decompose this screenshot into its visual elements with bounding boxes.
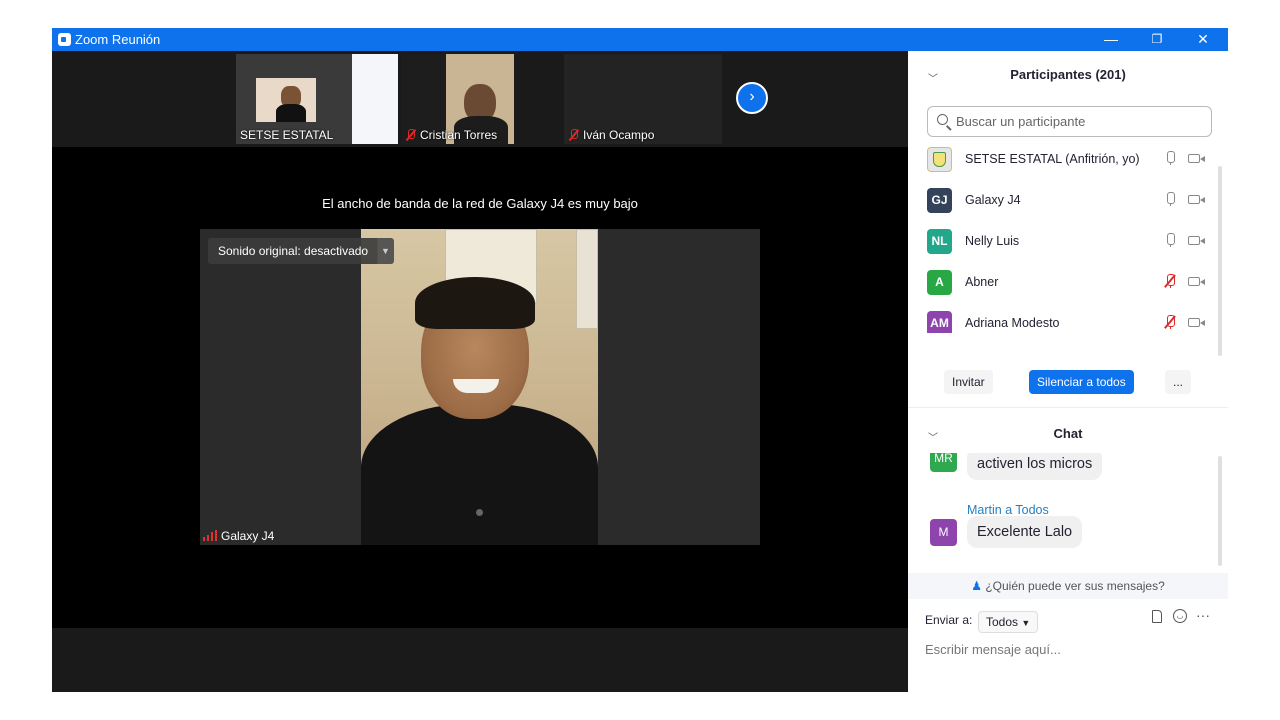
- participant-name: Abner: [965, 275, 999, 289]
- thumbnail-setse[interactable]: SETSE ESTATAL: [236, 54, 398, 144]
- host-logo-avatar: [927, 147, 952, 172]
- thumbnail-ivan[interactable]: Iván Ocampo: [564, 54, 722, 144]
- participant-name: Adriana Modesto: [965, 316, 1060, 330]
- video-camera-icon[interactable]: [1188, 277, 1205, 286]
- chat-message: activen los micros: [967, 453, 1103, 480]
- zoom-logo-icon: [58, 33, 71, 46]
- speaker-video-frame: [361, 229, 598, 545]
- speaker-name-label: Galaxy J4: [203, 529, 274, 543]
- chat-header: Chat: [1053, 426, 1083, 441]
- person-info-icon: ♟: [971, 579, 982, 593]
- avatar: M: [930, 519, 957, 546]
- video-camera-icon[interactable]: [1188, 236, 1205, 245]
- send-to-label: Enviar a:: [925, 613, 973, 627]
- avatar: MR: [930, 453, 957, 472]
- chat-messages: MR activen los micros M Excelente Lalo: [908, 453, 1218, 571]
- search-icon: [937, 114, 948, 125]
- more-options-button[interactable]: ...: [1165, 370, 1192, 394]
- thumbnail-name: Iván Ocampo: [568, 128, 654, 142]
- window-title: Zoom Reunión: [75, 32, 161, 47]
- mic-muted-icon: [405, 129, 416, 141]
- participant-row[interactable]: SETSE ESTATAL (Anfitrión, yo): [908, 139, 1218, 179]
- send-to-dropdown[interactable]: Todos ▼: [978, 611, 1039, 633]
- chat-message-input[interactable]: Escribir mensaje aquí...: [925, 642, 1061, 657]
- minimize-button[interactable]: —: [1088, 28, 1134, 51]
- original-sound-button[interactable]: Sonido original: desactivado: [208, 238, 379, 264]
- bandwidth-warning: El ancho de banda de la red de Galaxy J4…: [322, 196, 638, 211]
- avatar: NL: [927, 229, 952, 254]
- chat-scrollbar[interactable]: [1218, 456, 1222, 566]
- microphone-icon[interactable]: [1166, 192, 1175, 206]
- next-page-arrow-icon[interactable]: ›: [736, 82, 768, 114]
- thumbnail-name: SETSE ESTATAL: [240, 128, 334, 142]
- participant-row[interactable]: GJ Galaxy J4: [908, 180, 1218, 220]
- participants-scrollbar[interactable]: [1218, 166, 1222, 356]
- microphone-icon[interactable]: [1166, 233, 1175, 247]
- participants-header: Participantes (201): [1010, 67, 1126, 82]
- participant-name: Galaxy J4: [965, 193, 1021, 207]
- thumbnail-strip: SETSE ESTATAL Cristian Torres Iván Ocamp…: [52, 51, 908, 147]
- thumbnail-cristian[interactable]: Cristian Torres: [401, 54, 514, 144]
- video-camera-icon[interactable]: [1188, 154, 1205, 163]
- title-bar: Zoom Reunión — ❐ ✕: [52, 28, 1228, 51]
- side-panel: ﹀ Participantes (201) Buscar un particip…: [908, 51, 1228, 692]
- microphone-icon[interactable]: [1166, 151, 1175, 165]
- file-icon[interactable]: [1152, 610, 1162, 623]
- zoom-window: Zoom Reunión — ❐ ✕ SETSE ESTATAL Cristia…: [52, 28, 1228, 692]
- chevron-down-icon[interactable]: ▼: [377, 238, 394, 264]
- speaker-body: [361, 404, 598, 545]
- mute-all-button[interactable]: Silenciar a todos: [1029, 370, 1134, 394]
- microphone-muted-icon[interactable]: [1164, 274, 1176, 288]
- restore-button[interactable]: ❐: [1134, 28, 1180, 51]
- avatar: GJ: [927, 188, 952, 213]
- wall-calendar: [576, 229, 598, 329]
- participant-name: Nelly Luis: [965, 234, 1020, 248]
- mic-muted-icon: [568, 129, 579, 141]
- chat-privacy-note[interactable]: ♟ ¿Quién puede ver sus mensajes?: [908, 573, 1228, 599]
- signal-strength-icon: [203, 530, 217, 541]
- participant-search-input[interactable]: Buscar un participante: [927, 106, 1212, 137]
- close-button[interactable]: ✕: [1180, 28, 1226, 51]
- chat-sender-label: Martin a Todos: [967, 503, 1049, 517]
- avatar: A: [927, 270, 952, 295]
- participant-row[interactable]: NL Nelly Luis: [908, 221, 1218, 261]
- avatar: AM: [927, 311, 952, 333]
- invite-button[interactable]: Invitar: [944, 370, 993, 394]
- active-speaker-video: Sonido original: desactivado ▼ Galaxy J4: [200, 229, 760, 545]
- video-stage: SETSE ESTATAL Cristian Torres Iván Ocamp…: [52, 51, 908, 692]
- microphone-muted-icon[interactable]: [1164, 315, 1176, 329]
- thumbnail-name: Cristian Torres: [405, 128, 497, 142]
- chevron-down-icon: ▼: [1021, 618, 1031, 628]
- video-camera-icon[interactable]: [1188, 195, 1205, 204]
- divider: [908, 407, 1228, 408]
- participant-row[interactable]: AM Adriana Modesto: [908, 303, 1218, 333]
- participant-row[interactable]: A Abner: [908, 262, 1218, 302]
- emoji-icon[interactable]: ◡: [1173, 609, 1187, 623]
- participant-name: SETSE ESTATAL (Anfitrión, yo): [965, 152, 1140, 166]
- video-camera-icon[interactable]: [1188, 318, 1205, 327]
- more-icon[interactable]: ···: [1196, 607, 1210, 623]
- meeting-controls-bar: [52, 628, 908, 692]
- speaker-smile: [453, 379, 499, 393]
- speaker-hair: [415, 277, 535, 329]
- chat-message: Excelente Lalo: [967, 516, 1083, 548]
